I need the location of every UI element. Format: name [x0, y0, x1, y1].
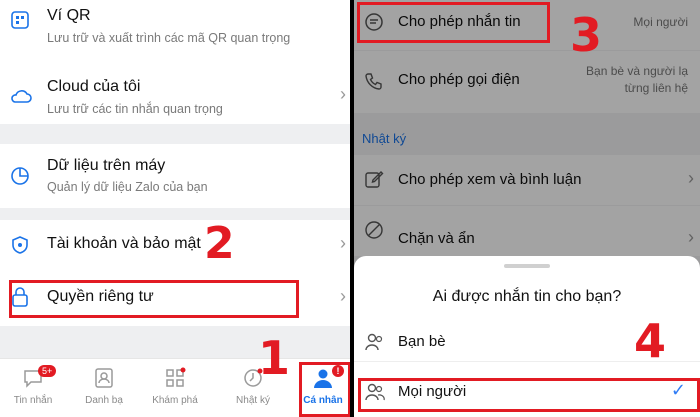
lock-icon — [10, 286, 30, 307]
contacts-icon — [93, 367, 115, 389]
grid-icon — [164, 367, 186, 389]
alert-badge: ! — [332, 365, 344, 377]
step-number-2: 2 — [204, 218, 235, 269]
nav-tab-contacts[interactable]: Danh bạ — [71, 359, 137, 417]
unread-badge: 5+ — [38, 365, 57, 377]
settings-item-my-cloud[interactable]: Cloud của tôi Lưu trữ các tin nhắn quan … — [0, 62, 350, 124]
settings-item-qr-wallet[interactable]: Ví QR Lưu trữ và xuất trình các mã QR qu… — [0, 0, 350, 62]
cloud-icon — [10, 87, 32, 107]
section-divider — [0, 208, 350, 220]
chevron-right-icon: › — [340, 286, 346, 306]
settings-item-device-data[interactable]: Dữ liệu trên máy Quản lý dữ liệu Zalo củ… — [0, 144, 350, 208]
chevron-right-icon: › — [340, 233, 346, 253]
settings-item-privacy[interactable]: Quyền riêng tư › — [0, 270, 350, 326]
option-label: Mọi người — [398, 383, 467, 400]
option-label: Bạn bè — [398, 333, 446, 350]
person-icon — [312, 367, 334, 389]
privacy-panel: Cho phép nhắn tin Mọi người Cho phép gọi… — [354, 0, 700, 417]
step-number-3: 3 — [570, 8, 603, 62]
nav-tab-messages[interactable]: 5+ Tin nhắn — [0, 359, 66, 417]
sheet-handle[interactable] — [504, 264, 550, 268]
settings-item-subtitle: Lưu trữ các tin nhắn quan trọng — [47, 102, 223, 116]
checkmark-icon: ✓ — [670, 380, 686, 400]
bottom-nav: 5+ Tin nhắn Danh bạ Khám phá Nhật ký ! C… — [0, 358, 350, 417]
settings-item-subtitle: Quản lý dữ liệu Zalo của bạn — [47, 180, 208, 194]
nav-label: Nhật ký — [236, 395, 270, 406]
settings-item-title: Cloud của tôi — [47, 78, 141, 95]
step-number-4: 4 — [634, 314, 667, 368]
settings-panel: Ví QR Lưu trữ và xuất trình các mã QR qu… — [0, 0, 350, 417]
option-everyone[interactable]: Mọi người ✓ — [354, 372, 700, 412]
qr-wallet-icon — [10, 10, 30, 30]
nav-tab-discover[interactable]: Khám phá — [142, 359, 208, 417]
pie-chart-icon — [10, 166, 30, 186]
chevron-right-icon: › — [340, 84, 346, 104]
section-divider — [0, 326, 350, 358]
nav-label: Khám phá — [152, 395, 198, 406]
step-number-1: 1 — [258, 331, 291, 385]
settings-item-account-security[interactable]: Tài khoản và bảo mật › — [0, 220, 350, 270]
settings-item-title: Ví QR — [47, 7, 91, 24]
nav-label: Danh bạ — [85, 395, 123, 406]
nav-label: Tin nhắn — [13, 395, 53, 406]
nav-tab-profile[interactable]: ! Cá nhân — [296, 359, 350, 417]
nav-label: Cá nhân — [303, 395, 343, 406]
settings-item-title: Tài khoản và bảo mật — [47, 235, 201, 252]
settings-item-title: Quyền riêng tư — [47, 288, 154, 305]
settings-item-subtitle: Lưu trữ và xuất trình các mã QR quan trọ… — [47, 31, 291, 45]
section-divider — [0, 124, 350, 144]
settings-item-title: Dữ liệu trên máy — [47, 157, 166, 174]
shield-icon — [10, 235, 30, 255]
sheet-title: Ai được nhắn tin cho bạn? — [432, 288, 622, 305]
users-group-icon — [364, 382, 386, 402]
users-icon — [364, 332, 386, 352]
